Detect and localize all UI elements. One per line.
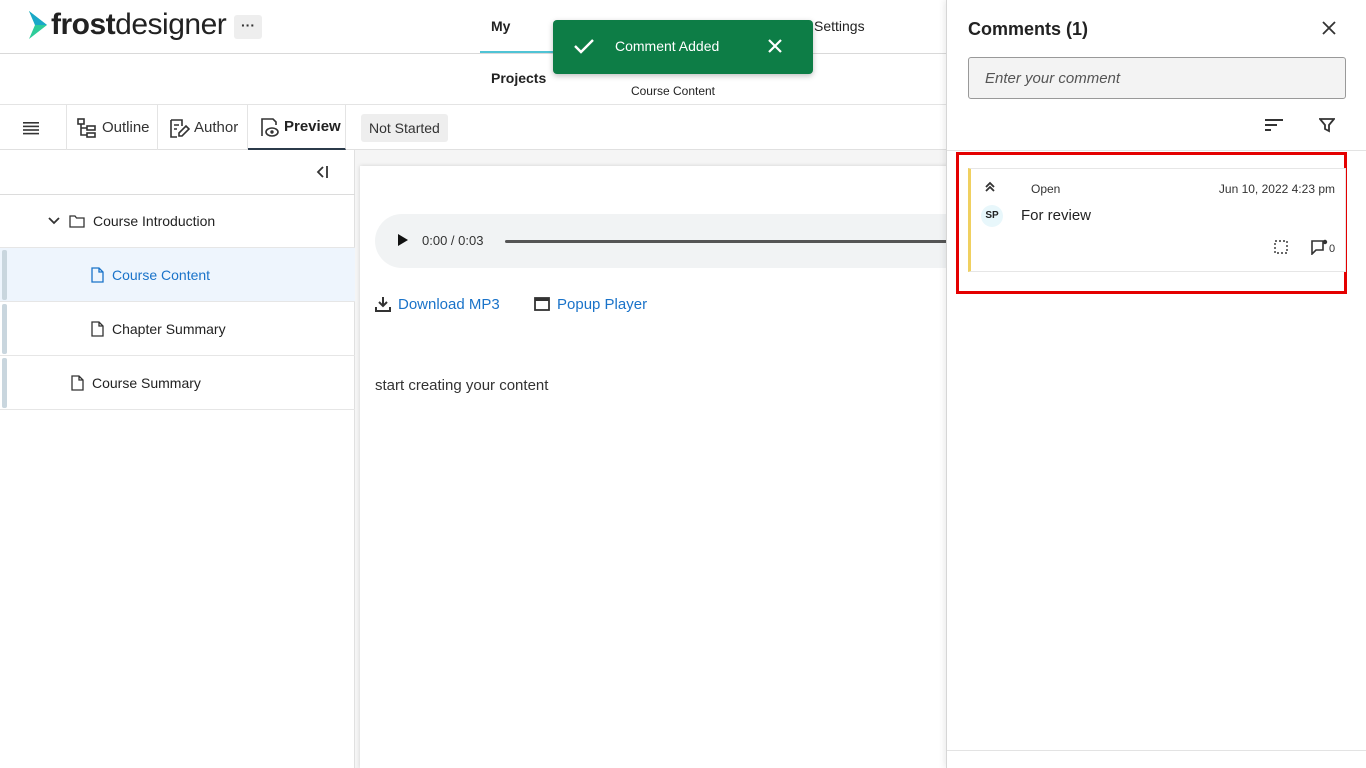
tree-item-course-summary[interactable]: Course Summary bbox=[0, 356, 355, 410]
logo-text: frostdesigner bbox=[51, 8, 227, 41]
more-options-button[interactable]: ··· bbox=[234, 15, 262, 39]
course-outline-tree: Course Introduction Course Content Chapt… bbox=[0, 150, 355, 768]
page-icon bbox=[91, 266, 104, 283]
menu-button[interactable] bbox=[0, 105, 67, 150]
filter-icon[interactable] bbox=[1319, 117, 1335, 133]
tree-item-label: Chapter Summary bbox=[112, 320, 226, 337]
check-icon bbox=[574, 39, 594, 54]
tab-preview-label: Preview bbox=[284, 118, 341, 135]
sort-icon[interactable] bbox=[1264, 117, 1284, 133]
selection-bar bbox=[2, 358, 7, 408]
selection-bar bbox=[2, 250, 7, 300]
tree-item-label: Course Summary bbox=[92, 374, 201, 391]
toast-message: Comment Added bbox=[615, 38, 720, 54]
audio-progress-track[interactable] bbox=[505, 240, 965, 243]
tab-outline-label: Outline bbox=[102, 119, 150, 136]
toast-notification: Comment Added bbox=[553, 20, 813, 74]
close-icon[interactable] bbox=[767, 38, 783, 54]
status-badge[interactable]: Not Started bbox=[361, 114, 448, 142]
play-icon[interactable] bbox=[397, 233, 409, 247]
download-mp3-label: Download MP3 bbox=[398, 295, 500, 313]
select-region-icon[interactable] bbox=[1273, 239, 1289, 255]
tree-item-label: Course Introduction bbox=[93, 212, 216, 229]
comments-title: Comments (1) bbox=[968, 19, 1089, 39]
tab-author-label: Author bbox=[194, 119, 239, 136]
reply-button[interactable]: 0 bbox=[1311, 239, 1335, 255]
comment-text: For review bbox=[1021, 207, 1092, 224]
tree-item-course-introduction[interactable]: Course Introduction bbox=[0, 194, 355, 248]
chevron-down-icon[interactable] bbox=[47, 214, 61, 228]
avatar: SP bbox=[981, 205, 1003, 227]
logo-chevron-icon bbox=[29, 11, 47, 39]
download-icon bbox=[375, 297, 391, 312]
frost-designer-logo[interactable]: frostdesigner bbox=[27, 8, 227, 42]
close-icon[interactable] bbox=[1322, 21, 1336, 35]
priority-high-icon bbox=[985, 181, 995, 192]
tab-preview[interactable]: Preview bbox=[248, 105, 346, 150]
preview-eye-icon bbox=[261, 117, 279, 137]
collapse-panel-button[interactable] bbox=[312, 162, 334, 182]
page-icon bbox=[91, 320, 104, 337]
tab-author[interactable]: Author bbox=[158, 105, 248, 150]
popup-player-link[interactable]: Popup Player bbox=[534, 294, 647, 314]
tab-outline[interactable]: Outline bbox=[67, 105, 158, 150]
editor-toolbar: Outline Author Preview Not Started bbox=[0, 104, 948, 150]
comments-divider bbox=[947, 150, 1366, 151]
tree-item-course-content[interactable]: Course Content bbox=[0, 248, 355, 302]
popup-player-label: Popup Player bbox=[557, 295, 648, 313]
download-mp3-link[interactable]: Download MP3 bbox=[375, 294, 500, 314]
tree-item-label: Course Content bbox=[112, 266, 211, 283]
comments-footer-divider bbox=[947, 750, 1366, 751]
comments-panel: Comments (1) Open Jun 10, 2022 4:23 pm S… bbox=[946, 0, 1366, 768]
audio-player[interactable]: 0:00 / 0:03 bbox=[375, 214, 975, 268]
comment-date: Jun 10, 2022 4:23 pm bbox=[1218, 182, 1335, 196]
hamburger-icon bbox=[23, 121, 39, 134]
nav-my-projects[interactable]: My Projects bbox=[480, 0, 560, 86]
author-edit-icon bbox=[170, 118, 190, 138]
comment-input[interactable] bbox=[968, 57, 1346, 99]
reply-count: 0 bbox=[1329, 243, 1336, 255]
comment-status[interactable]: Open bbox=[1031, 182, 1060, 196]
selection-bar bbox=[2, 304, 7, 354]
window-icon bbox=[534, 297, 550, 311]
audio-time: 0:00 / 0:03 bbox=[422, 233, 484, 248]
collapse-left-icon bbox=[316, 166, 328, 178]
page-icon bbox=[71, 374, 84, 391]
comment-card[interactable]: Open Jun 10, 2022 4:23 pm SP For review … bbox=[968, 168, 1346, 272]
course-subtitle: Course Content bbox=[630, 84, 716, 98]
tree-item-chapter-summary[interactable]: Chapter Summary bbox=[0, 302, 355, 356]
nav-settings[interactable]: Settings bbox=[814, 0, 865, 53]
folder-icon bbox=[69, 214, 85, 228]
reply-comment-icon bbox=[1311, 239, 1328, 255]
content-body-text: start creating your content bbox=[375, 377, 549, 394]
outline-tree-icon bbox=[77, 117, 96, 138]
